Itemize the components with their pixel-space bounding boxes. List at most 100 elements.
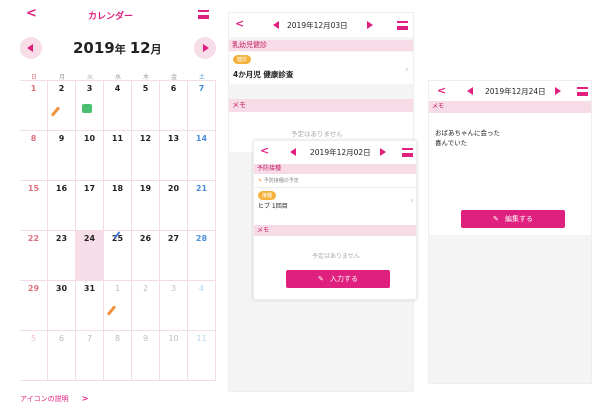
pencil-icon: ✎ bbox=[317, 275, 324, 283]
day-number: 3 bbox=[170, 284, 177, 293]
menu-icon[interactable] bbox=[402, 148, 413, 157]
calendar-day-cell[interactable]: 30 bbox=[48, 281, 76, 331]
icon-legend-link[interactable]: アイコンの説明 > bbox=[20, 386, 88, 403]
calendar-day-cell[interactable]: 22 bbox=[20, 231, 48, 281]
day-date: 2019年12月03日 bbox=[287, 21, 348, 30]
calendar-day-cell[interactable]: 7 bbox=[76, 331, 104, 381]
calendar-day-cell[interactable]: 20 bbox=[160, 181, 188, 231]
day-number: 2 bbox=[58, 84, 65, 93]
calendar-day-cell[interactable]: 21 bbox=[188, 181, 216, 231]
memo-empty-text: 予定はありません bbox=[312, 253, 360, 260]
calendar-day-cell[interactable]: 12 bbox=[132, 131, 160, 181]
prev-arrow-icon bbox=[27, 44, 33, 52]
memo-section-header: メモ bbox=[254, 225, 416, 236]
prev-month-button[interactable] bbox=[20, 37, 42, 59]
edit-button-label: 編集する bbox=[505, 215, 534, 223]
calendar-day-cell[interactable]: 9 bbox=[132, 331, 160, 381]
schedule-item[interactable]: 健診 4か月児 健康診査 › bbox=[229, 52, 413, 84]
calendar-day-cell[interactable]: 18 bbox=[104, 181, 132, 231]
memo-empty-text: 予定はありません bbox=[291, 130, 343, 138]
calendar-day-cell[interactable]: 23 bbox=[48, 231, 76, 281]
day-number: 1 bbox=[114, 284, 121, 293]
next-day-icon[interactable] bbox=[555, 87, 561, 95]
calendar-day-cell[interactable]: 8 bbox=[104, 331, 132, 381]
calendar-day-cell[interactable]: 11 bbox=[188, 331, 216, 381]
calendar-day-cell[interactable]: 28 bbox=[188, 231, 216, 281]
calendar-day-cell[interactable]: 15 bbox=[20, 181, 48, 231]
back-icon[interactable]: < bbox=[260, 144, 269, 157]
input-button[interactable]: ✎ 入力する bbox=[286, 270, 390, 288]
day-number: 20 bbox=[167, 184, 180, 193]
next-day-icon[interactable] bbox=[367, 21, 373, 29]
calendar-day-cell[interactable]: 16 bbox=[48, 181, 76, 231]
calendar-day-cell[interactable]: 25 bbox=[104, 231, 132, 281]
calendar-day-cell[interactable]: 13 bbox=[160, 131, 188, 181]
calendar-day-cell[interactable]: 29 bbox=[20, 281, 48, 331]
month-suffix: 月 bbox=[150, 43, 162, 56]
next-month-button[interactable] bbox=[194, 37, 216, 59]
calendar-day-cell[interactable]: 1 bbox=[20, 81, 48, 131]
calendar-day-cell[interactable]: 8 bbox=[20, 131, 48, 181]
calendar-day-cell[interactable]: 6 bbox=[48, 331, 76, 381]
year-value: 2019 bbox=[73, 39, 115, 57]
event-title: 4か月児 健康診査 bbox=[233, 70, 294, 79]
month-value: 12 bbox=[129, 39, 151, 57]
day-number: 5 bbox=[30, 334, 37, 343]
calendar-day-cell[interactable]: 27 bbox=[160, 231, 188, 281]
calendar-day-cell[interactable]: 26 bbox=[132, 231, 160, 281]
calendar-day-cell[interactable]: 31 bbox=[76, 281, 104, 331]
edit-button[interactable]: ✎ 編集する bbox=[461, 210, 565, 228]
calendar-day-cell[interactable]: 19 bbox=[132, 181, 160, 231]
day-number: 15 bbox=[27, 184, 40, 193]
prev-day-icon[interactable] bbox=[290, 148, 296, 156]
day-number: 9 bbox=[142, 334, 149, 343]
input-button-label: 入力する bbox=[330, 275, 359, 283]
calendar-day-cell[interactable]: 6 bbox=[160, 81, 188, 131]
calendar-day-cell[interactable]: 3 bbox=[160, 281, 188, 331]
next-day-icon[interactable] bbox=[380, 148, 386, 156]
schedule-item[interactable]: 接種 ヒブ 1回目 › bbox=[254, 187, 416, 214]
day-number: 19 bbox=[139, 184, 152, 193]
day-date: 2019年12月02日 bbox=[310, 148, 371, 157]
calendar-day-cell[interactable]: 5 bbox=[20, 331, 48, 381]
calendar-day-cell[interactable]: 24 bbox=[76, 231, 104, 281]
calendar-day-cell[interactable]: 5 bbox=[132, 81, 160, 131]
calendar-day-cell[interactable]: 7 bbox=[188, 81, 216, 131]
day-number: 28 bbox=[195, 234, 208, 243]
back-icon[interactable]: < bbox=[26, 6, 37, 21]
calendar-day-cell[interactable]: 2 bbox=[48, 81, 76, 131]
calendar-day-cell[interactable]: 4 bbox=[104, 81, 132, 131]
vaccine-badge-icon bbox=[82, 104, 92, 113]
menu-icon[interactable] bbox=[198, 10, 209, 19]
calendar-day-cell[interactable]: 9 bbox=[48, 131, 76, 181]
memo-text-line2: 喜んでいた bbox=[435, 139, 468, 147]
schedule-sub-label: 予防接種の予定 bbox=[263, 178, 299, 184]
back-icon[interactable]: < bbox=[235, 17, 244, 30]
day-number: 30 bbox=[55, 284, 68, 293]
menu-icon[interactable] bbox=[397, 21, 408, 30]
prev-day-icon[interactable] bbox=[467, 87, 473, 95]
calendar-day-cell[interactable]: 10 bbox=[160, 331, 188, 381]
menu-icon[interactable] bbox=[577, 87, 588, 96]
calendar-day-cell[interactable]: 10 bbox=[76, 131, 104, 181]
day-number: 7 bbox=[86, 334, 93, 343]
day-number: 22 bbox=[27, 234, 40, 243]
calendar-day-cell[interactable]: 17 bbox=[76, 181, 104, 231]
day-number: 11 bbox=[111, 134, 124, 143]
calendar-day-cell[interactable]: 14 bbox=[188, 131, 216, 181]
day-number: 31 bbox=[83, 284, 96, 293]
back-icon[interactable]: < bbox=[437, 84, 446, 97]
day-number: 13 bbox=[167, 134, 180, 143]
schedule-sub: ✎ 予防接種の予定 bbox=[258, 177, 299, 184]
memo-section-header: メモ bbox=[429, 101, 591, 113]
chevron-right-icon: › bbox=[410, 196, 414, 206]
calendar-day-cell[interactable]: 2 bbox=[132, 281, 160, 331]
day-number: 8 bbox=[114, 334, 121, 343]
day-number: 7 bbox=[198, 84, 205, 93]
prev-day-icon[interactable] bbox=[273, 21, 279, 29]
day-number: 6 bbox=[58, 334, 65, 343]
calendar-day-cell[interactable]: 4 bbox=[188, 281, 216, 331]
calendar-day-cell[interactable]: 11 bbox=[104, 131, 132, 181]
day-header: < 2019年12月03日 bbox=[229, 13, 413, 37]
calendar-day-cell[interactable]: 1 bbox=[104, 281, 132, 331]
